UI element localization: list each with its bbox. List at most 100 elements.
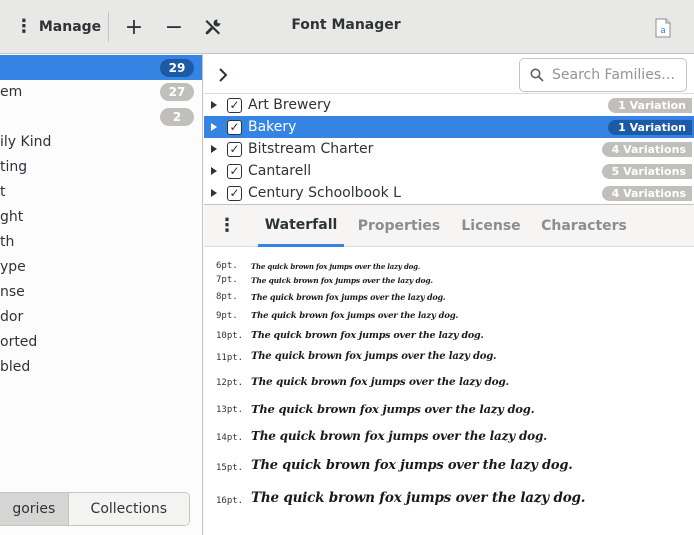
sidebar-item-label: em <box>0 83 23 100</box>
vertical-dots-icon: ⋮ <box>14 16 33 37</box>
size-label: 9pt. <box>216 311 238 321</box>
count-badge: 27 <box>160 82 194 101</box>
size-label: 16pt. <box>216 496 244 506</box>
preview-menu-icon[interactable]: ⋮ <box>218 215 236 236</box>
sidebar-item-disabled[interactable]: bled <box>0 354 202 379</box>
size-label: 7pt. <box>216 275 238 285</box>
variation-count-badge: 4 Variations <box>601 185 692 201</box>
sidebar-item-vendor[interactable]: dor <box>0 304 202 329</box>
font-row[interactable]: ✓ Art Brewery 1 Variation <box>204 94 694 116</box>
font-row[interactable]: ✓ Bakery 1 Variation <box>204 116 694 138</box>
sidebar-item-license[interactable]: nse <box>0 279 202 304</box>
tab-waterfall[interactable]: Waterfall <box>258 205 344 247</box>
add-button[interactable]: + <box>118 10 150 44</box>
variation-count-badge: 4 Variations <box>601 141 692 157</box>
sample-text: The quick brown fox jumps over the lazy … <box>251 402 535 416</box>
sample-text: The quick brown fox jumps over the lazy … <box>251 490 586 506</box>
sidebar-item-spacing[interactable]: ting <box>0 154 202 179</box>
search-box[interactable] <box>519 58 687 92</box>
enable-checkbox[interactable]: ✓ <box>227 119 242 135</box>
size-label: 8pt. <box>216 292 238 302</box>
sidebar-view-switcher: gories Collections <box>0 492 190 526</box>
sidebar-item-label: ype <box>0 258 26 275</box>
size-label: 11pt. <box>216 353 244 363</box>
categories-tab[interactable]: gories <box>0 493 68 525</box>
sidebar-item-unsorted[interactable]: orted <box>0 329 202 354</box>
expander-icon[interactable] <box>211 145 217 153</box>
search-families-input[interactable] <box>552 67 682 83</box>
manage-menu-button[interactable]: ⋮ Manage <box>10 10 106 44</box>
tab-license[interactable]: License <box>456 205 526 247</box>
minus-icon: − <box>164 14 184 40</box>
sidebar-item-label: nse <box>0 283 25 300</box>
size-label: 12pt. <box>216 378 244 388</box>
font-family-list: ✓ Art Brewery 1 Variation ✓ Bakery 1 Var… <box>204 94 694 204</box>
preview-tab-bar: ⋮ Waterfall Properties License Character… <box>204 204 694 247</box>
sample-text: The quick brown fox jumps over the lazy … <box>251 330 484 341</box>
waterfall-preview: 6pt. The quick brown fox jumps over the … <box>204 247 694 535</box>
manage-label: Manage <box>38 19 102 35</box>
expander-icon[interactable] <box>211 123 217 131</box>
expand-all-button[interactable] <box>218 63 228 87</box>
variation-count-badge: 5 Variations <box>601 163 692 179</box>
font-row[interactable]: ✓ Bitstream Charter 4 Variations <box>204 138 694 160</box>
size-label: 15pt. <box>216 463 244 473</box>
font-family-name: Bitstream Charter <box>248 141 374 157</box>
size-label: 13pt. <box>216 405 244 415</box>
sample-text: The quick brown fox jumps over the lazy … <box>251 376 510 388</box>
sidebar-item-weight[interactable]: ght <box>0 204 202 229</box>
sidebar-item-user[interactable]: 2 <box>0 104 202 129</box>
sample-text: The quick brown fox jumps over the lazy … <box>251 429 548 443</box>
remove-button[interactable]: − <box>158 10 190 44</box>
sidebar-item-label: bled <box>0 358 31 375</box>
expander-icon[interactable] <box>211 189 217 197</box>
sidebar-item-slant[interactable]: t <box>0 179 202 204</box>
document-font-icon: a <box>655 18 671 38</box>
sidebar-item-label: t <box>0 183 6 200</box>
expander-icon[interactable] <box>211 167 217 175</box>
expander-icon[interactable] <box>211 101 217 109</box>
sidebar-item-label: orted <box>0 333 38 350</box>
tools-icon <box>205 19 221 35</box>
variation-count-badge: 1 Variation <box>608 119 692 135</box>
font-row[interactable]: ✓ Century Schoolbook L 4 Variations <box>204 182 694 204</box>
sidebar-item-filetype[interactable]: ype <box>0 254 202 279</box>
chevron-right-icon <box>219 68 228 82</box>
sidebar-item-system[interactable]: em 27 <box>0 79 202 104</box>
sample-text: The quick brown fox jumps over the lazy … <box>251 311 459 321</box>
sidebar-item-label: ght <box>0 208 24 225</box>
count-badge: 29 <box>160 58 194 77</box>
font-list-toolbar <box>204 54 694 94</box>
enable-checkbox[interactable]: ✓ <box>227 97 242 113</box>
tab-properties[interactable]: Properties <box>356 205 442 247</box>
search-icon <box>530 68 544 82</box>
sample-text: The quick brown fox jumps over the lazy … <box>251 292 446 302</box>
font-family-name: Bakery <box>248 119 297 135</box>
sample-text: The quick brown fox jumps over the lazy … <box>251 351 497 362</box>
font-family-name: Cantarell <box>248 163 312 179</box>
sidebar-item-width[interactable]: th <box>0 229 202 254</box>
enable-checkbox[interactable]: ✓ <box>227 163 242 179</box>
tab-characters[interactable]: Characters <box>538 205 630 247</box>
enable-checkbox[interactable]: ✓ <box>227 185 242 201</box>
category-sidebar: 29 em 27 2 ily Kind ting t ght th ype ns… <box>0 54 203 535</box>
font-row[interactable]: ✓ Cantarell 5 Variations <box>204 160 694 182</box>
plus-icon: + <box>124 14 144 40</box>
header-separator <box>108 12 109 42</box>
header-bar: ⋮ Manage + − Font Manager a <box>0 0 694 54</box>
enable-checkbox[interactable]: ✓ <box>227 141 242 157</box>
variation-count-badge: 1 Variation <box>608 97 692 113</box>
sample-text: The quick brown fox jumps over the lazy … <box>251 458 573 473</box>
sidebar-item-label: ting <box>0 158 28 175</box>
collections-tab[interactable]: Collections <box>67 493 189 525</box>
preferences-button[interactable] <box>196 10 230 44</box>
sidebar-item-label: ily Kind <box>0 133 52 150</box>
sample-text: The quick brown fox jumps over the lazy … <box>251 262 421 271</box>
size-label: 10pt. <box>216 331 244 341</box>
character-map-button[interactable]: a <box>648 14 678 42</box>
sidebar-item-family-kind[interactable]: ily Kind <box>0 129 202 154</box>
size-label: 14pt. <box>216 433 244 443</box>
font-family-name: Century Schoolbook L <box>248 185 401 201</box>
font-family-name: Art Brewery <box>248 97 332 113</box>
sidebar-item-all[interactable]: 29 <box>0 55 202 80</box>
